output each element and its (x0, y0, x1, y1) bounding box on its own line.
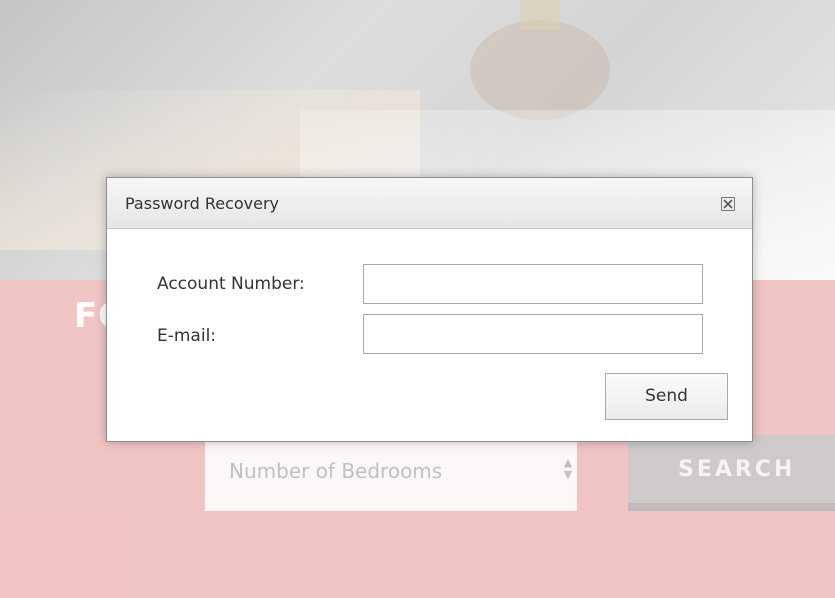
email-label: E-mail: (157, 326, 217, 346)
dialog-titlebar[interactable]: Password Recovery (107, 178, 752, 229)
close-icon[interactable] (721, 196, 735, 211)
dialog-title: Password Recovery (125, 194, 280, 213)
password-recovery-dialog: Password Recovery Account Number: E-mail… (106, 177, 753, 442)
account-number-label: Account Number: (157, 274, 305, 294)
account-number-input[interactable] (363, 264, 703, 304)
send-button[interactable]: Send (605, 373, 728, 420)
email-input[interactable] (363, 314, 703, 354)
